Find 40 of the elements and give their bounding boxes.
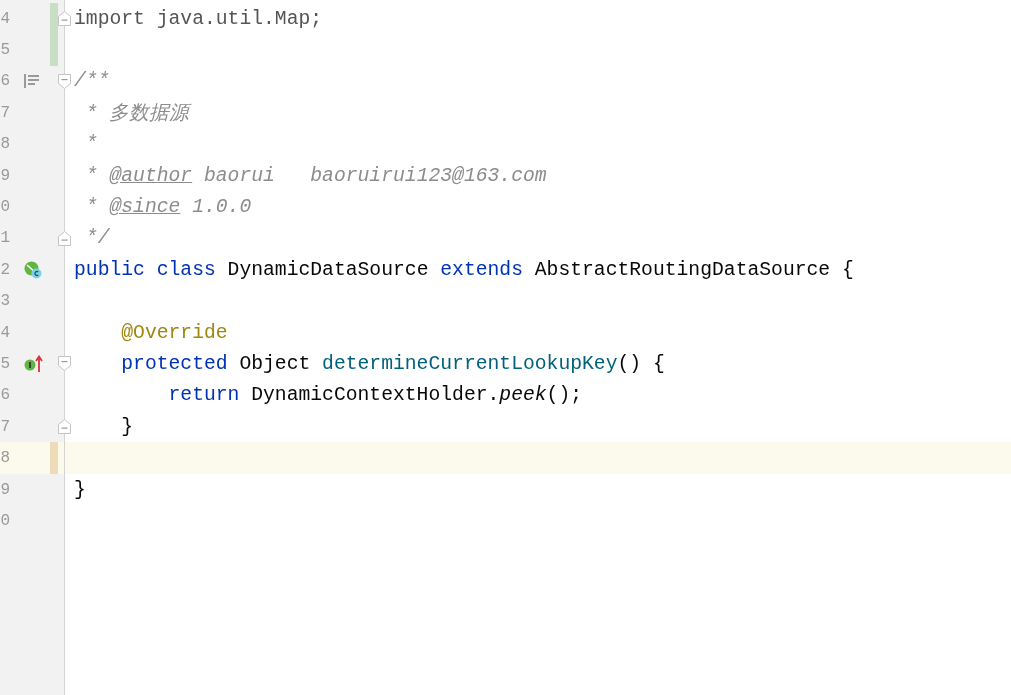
code-line: return DynamicContextHolder.peek(); [167,384,583,407]
code-line: } [120,415,134,438]
line-number: 5 [0,41,10,60]
line-number: 1 [0,229,10,248]
unfold-icon[interactable] [58,230,71,246]
code-line: */ [84,227,110,250]
line-number: 7 [0,417,10,436]
implements-method-icon[interactable] [24,355,44,373]
line-number: 0 [0,511,10,530]
code-line: * @author baorui baoruirui123@163.com [84,164,547,187]
code-line: public class DynamicDataSource extends AbstractRoutingDataSource { [74,258,854,281]
class-icon[interactable] [24,260,42,279]
line-number: 6 [0,72,10,91]
unfold-icon[interactable] [58,419,71,435]
line-number: 9 [0,480,10,499]
code-line: protected Object determineCurrentLookupKey() { [120,353,665,375]
code-line: /** [74,70,110,93]
line-number: 6 [0,386,10,405]
code-line: * @since 1.0.0 [84,196,252,219]
fold-icon[interactable] [58,73,71,89]
line-number: 5 [0,355,10,373]
code-line: * 多数据源 [84,102,190,127]
line-number: 8 [0,449,10,468]
line-number: 2 [0,260,10,279]
added-lines-marker[interactable] [50,3,58,35]
line-number: 4 [0,323,10,342]
line-number: 3 [0,292,10,311]
code-line: @Override [120,321,228,344]
line-number: 4 [0,9,10,28]
added-lines-marker[interactable] [50,34,58,66]
code-line: * [84,133,98,156]
rendered-doc-icon[interactable] [24,74,39,89]
fold-icon[interactable] [58,356,71,372]
line-number: 7 [0,103,10,122]
line-number: 9 [0,166,10,185]
line-number: 8 [0,135,10,154]
unfold-icon[interactable] [58,11,71,26]
code-line: } [74,478,86,501]
code-line: import java.util.Map; [74,7,323,30]
line-number: 0 [0,198,10,217]
